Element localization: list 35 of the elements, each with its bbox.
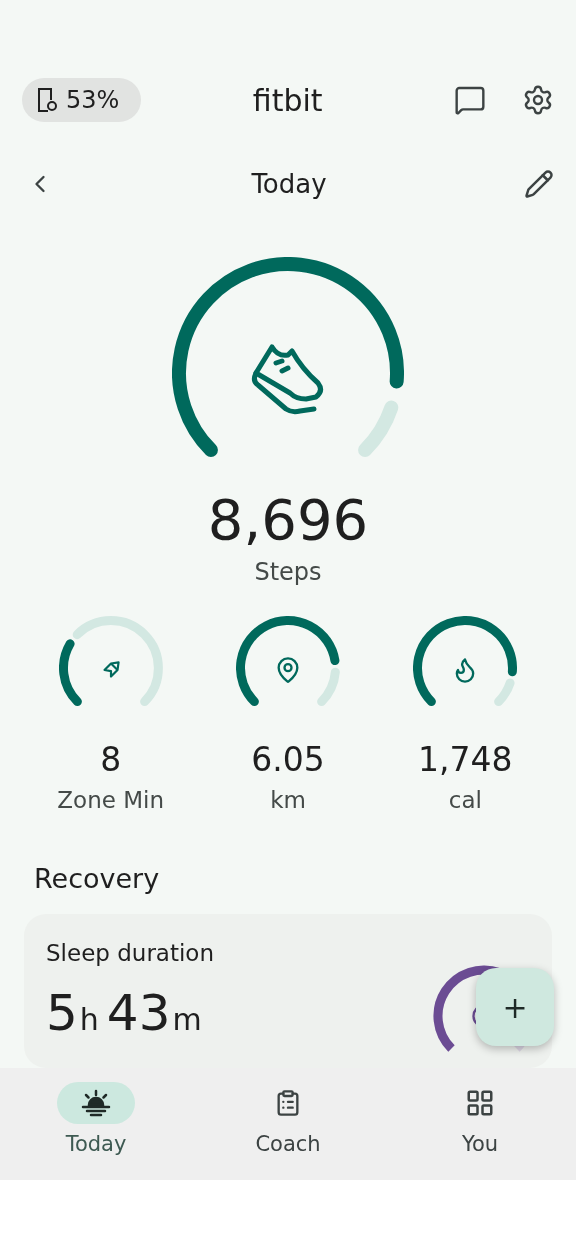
- section-title: Recovery: [34, 863, 161, 894]
- stat-label: Zone Min: [57, 787, 164, 813]
- grid-icon: [465, 1088, 495, 1118]
- stat-label: km: [270, 787, 306, 813]
- steps-count: 8,696: [207, 487, 369, 552]
- duration-value: 5: [46, 984, 78, 1042]
- sunrise-icon: [80, 1089, 112, 1117]
- date-title: Today: [250, 168, 328, 199]
- stat-label: cal: [448, 787, 482, 813]
- settings-icon: [522, 84, 554, 116]
- edit-button[interactable]: [524, 168, 554, 199]
- gauge-track: [317, 667, 340, 707]
- gauge-fill: [58, 639, 82, 707]
- gauge-track: [358, 400, 399, 458]
- device-battery-chip[interactable]: 53%: [22, 78, 142, 122]
- add-button[interactable]: +: [476, 968, 554, 1046]
- settings-button[interactable]: [522, 84, 554, 116]
- nav-tab[interactable]: Today: [0, 1068, 192, 1180]
- watch-phone-icon: [36, 87, 58, 113]
- stat-value: 6.05: [251, 740, 325, 779]
- gauge-track: [494, 678, 515, 707]
- pencil-icon: [524, 168, 554, 199]
- duration-unit: m: [172, 1002, 202, 1037]
- steps-label: Steps: [254, 558, 322, 586]
- chat-icon: [454, 84, 486, 116]
- duration-unit: h: [79, 1002, 99, 1037]
- nav-tab[interactable]: You: [384, 1068, 576, 1180]
- app-logo: fitbit: [251, 82, 324, 118]
- stat-value: 1,748: [418, 740, 513, 779]
- card-title: Sleep duration: [46, 940, 215, 966]
- battery-level: 53%: [66, 86, 120, 114]
- nav-tab[interactable]: Coach: [192, 1068, 384, 1180]
- duration-value: 43: [106, 984, 171, 1042]
- stat-value: 8: [100, 740, 122, 779]
- messages-button[interactable]: [454, 84, 486, 116]
